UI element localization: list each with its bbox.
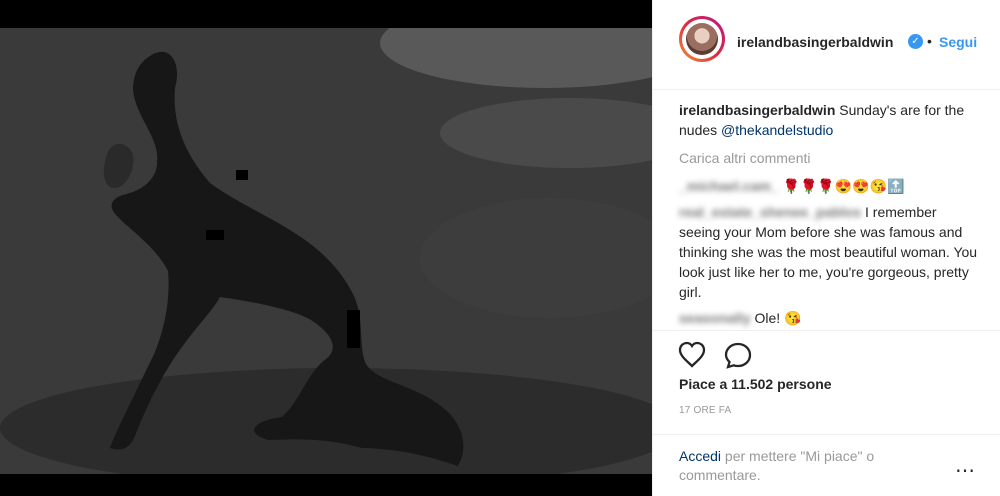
avatar-face bbox=[686, 23, 718, 55]
caption-mention[interactable]: @thekandelstudio bbox=[721, 122, 833, 138]
photo-top-band bbox=[0, 0, 652, 28]
heart-icon[interactable] bbox=[677, 341, 707, 369]
follow-button[interactable]: Segui bbox=[939, 34, 977, 50]
instagram-post: irelandbasingerbaldwin ✓ • Segui ireland… bbox=[0, 0, 1000, 496]
comment-text: 🌹🌹🌹😍😍😘🔝 bbox=[778, 178, 905, 194]
login-prompt: Accedi per mettere "Mi piace" o commenta… bbox=[679, 447, 909, 485]
comment-item: seasonally Ole! 😘 bbox=[679, 308, 979, 328]
separator-dot: • bbox=[927, 33, 932, 49]
photo-bottom-band bbox=[0, 474, 652, 496]
post-header: irelandbasingerbaldwin ✓ • Segui bbox=[653, 0, 1000, 90]
comment-text: Ole! 😘 bbox=[750, 310, 802, 326]
post-sidebar: irelandbasingerbaldwin ✓ • Segui ireland… bbox=[652, 0, 1000, 496]
comment-username[interactable]: seasonally bbox=[679, 310, 751, 326]
comment-item: real_estate_shenee_pablos I remember see… bbox=[679, 202, 979, 302]
login-link[interactable]: Accedi bbox=[679, 448, 721, 464]
person-silhouette bbox=[103, 51, 464, 467]
verified-icon: ✓ bbox=[908, 34, 923, 49]
comment-item: _michael.cam_ 🌹🌹🌹😍😍😘🔝 bbox=[679, 176, 979, 196]
caption: irelandbasingerbaldwin Sunday's are for … bbox=[679, 100, 979, 140]
post-date[interactable]: 17 ORE FA bbox=[679, 405, 731, 416]
avatar[interactable] bbox=[679, 16, 725, 62]
comment-username[interactable]: _michael.cam_ bbox=[679, 178, 779, 194]
caption-username[interactable]: irelandbasingerbaldwin bbox=[679, 102, 835, 118]
post-footer: Accedi per mettere "Mi piace" o commenta… bbox=[653, 434, 1000, 496]
avatar-image bbox=[682, 19, 722, 59]
comment-icon[interactable] bbox=[723, 341, 753, 369]
post-actions: Piace a 11.502 persone 17 ORE FA bbox=[653, 330, 1000, 420]
post-photo[interactable] bbox=[0, 28, 652, 474]
load-more-comments-link[interactable]: Carica altri commenti bbox=[679, 148, 979, 168]
likes-count[interactable]: Piace a 11.502 persone bbox=[679, 376, 832, 392]
comments-list: irelandbasingerbaldwin Sunday's are for … bbox=[679, 100, 979, 334]
username[interactable]: irelandbasingerbaldwin bbox=[737, 34, 893, 50]
comment-username[interactable]: real_estate_shenee_pablos bbox=[679, 204, 861, 220]
more-options-icon[interactable]: ⋯ bbox=[955, 458, 975, 483]
